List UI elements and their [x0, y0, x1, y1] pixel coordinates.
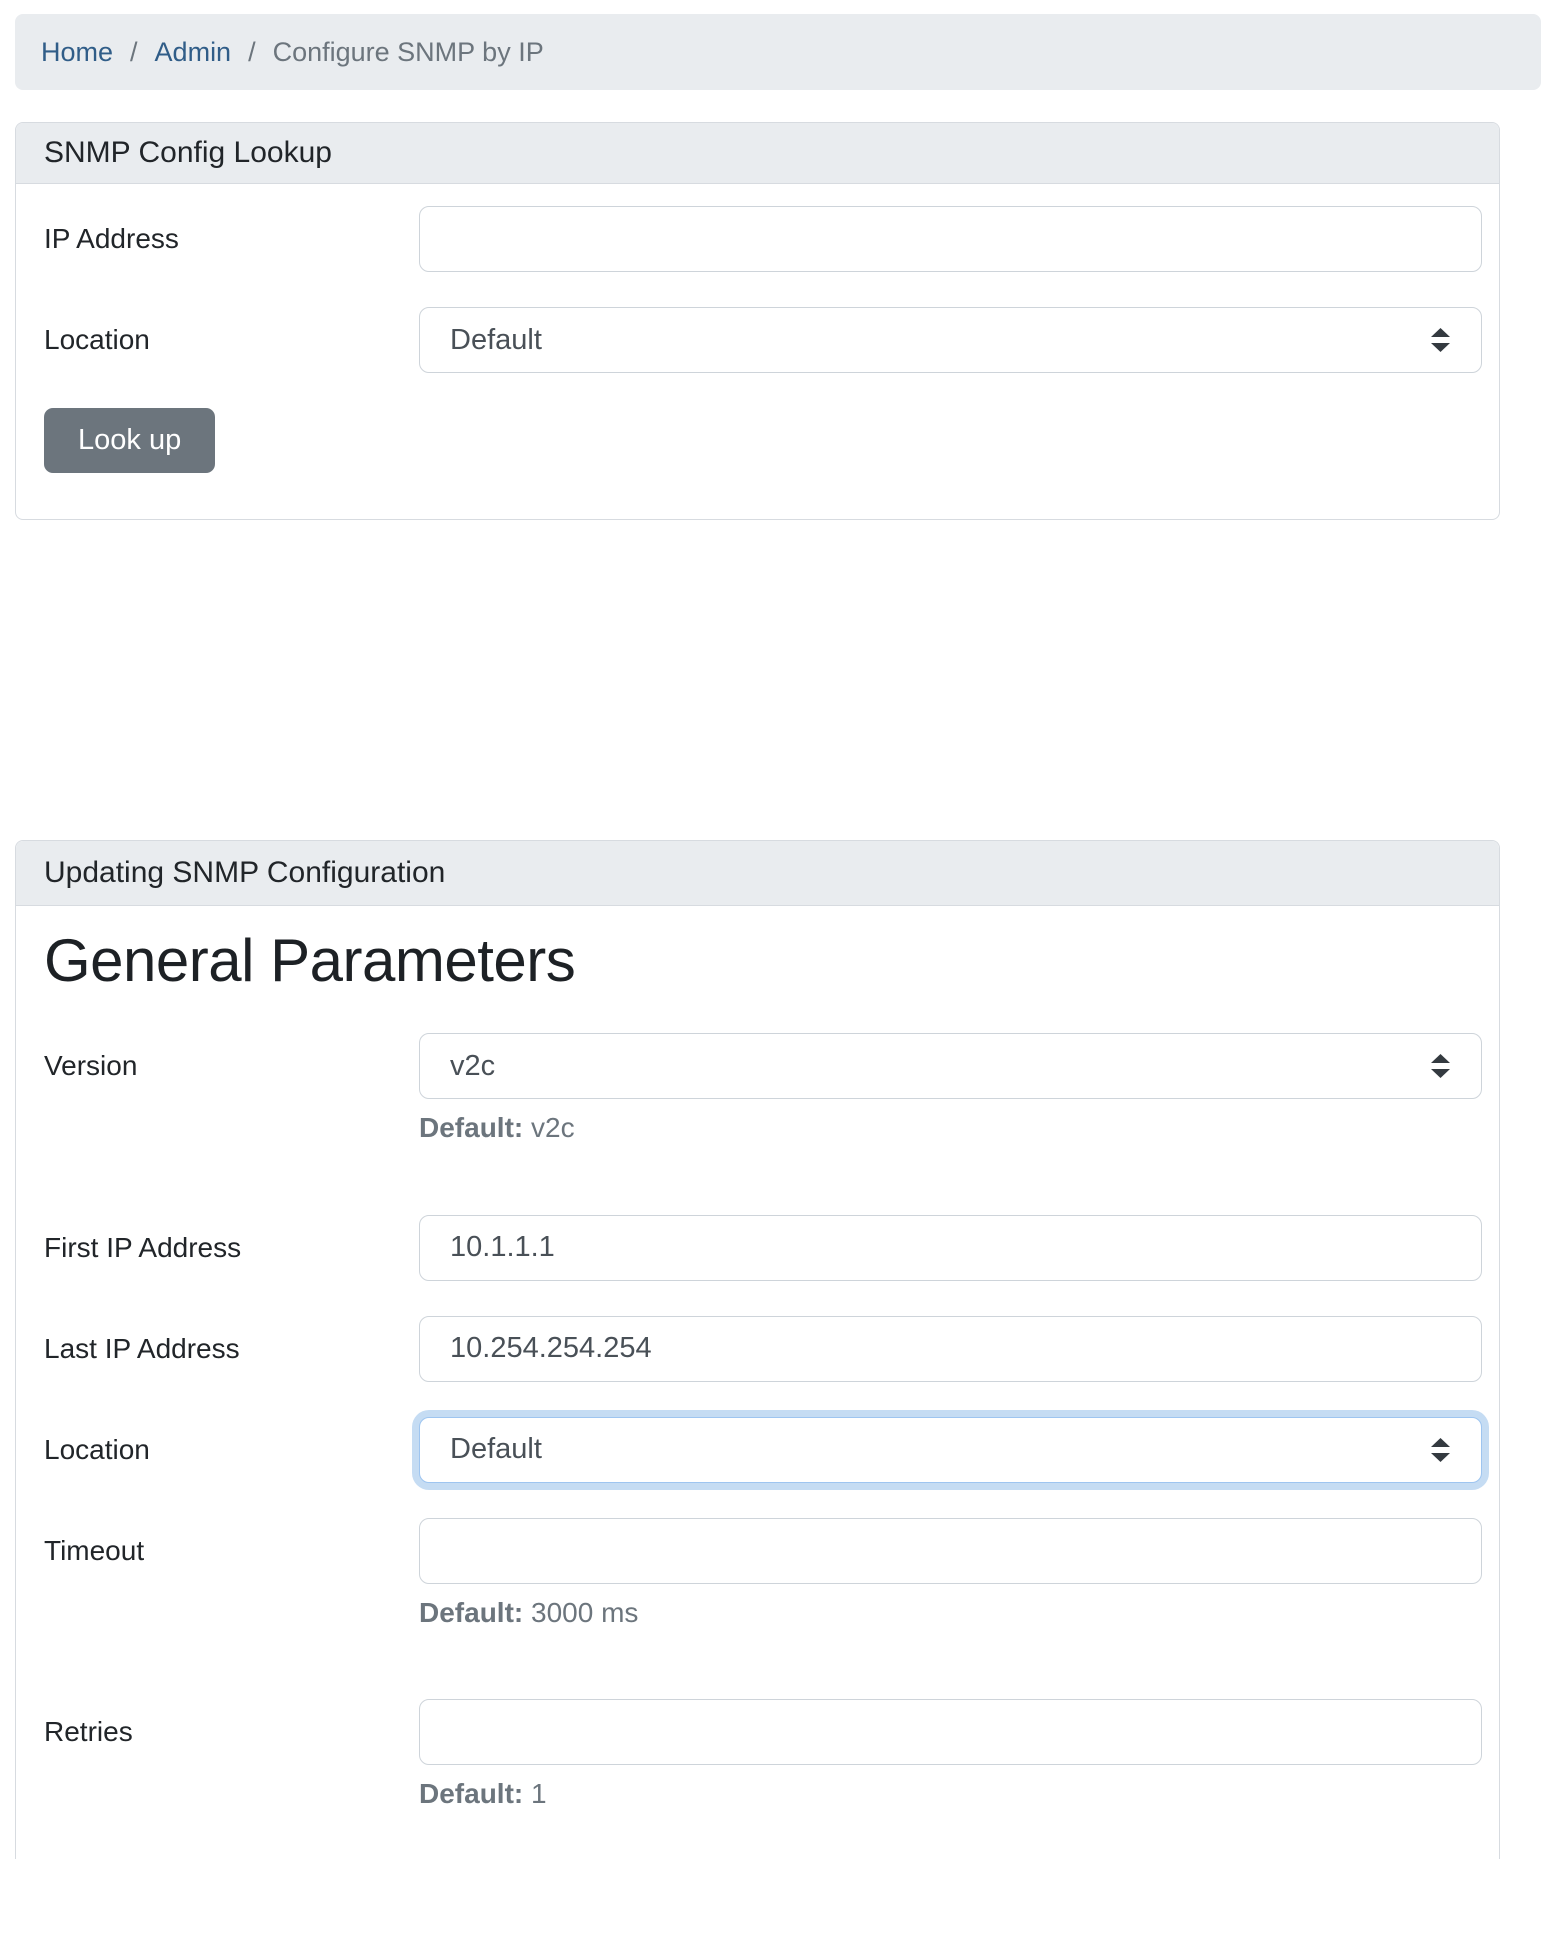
location-row: Location Default — [44, 1417, 1482, 1483]
snmp-config-lookup-title: SNMP Config Lookup — [44, 136, 332, 170]
version-default-hint: Default: v2c — [419, 1111, 1482, 1145]
last-ip-address-control-col — [419, 1316, 1482, 1382]
updating-snmp-configuration-header: Updating SNMP Configuration — [16, 841, 1499, 906]
version-control-col: v2cDefault: v2c — [419, 1033, 1482, 1145]
timeout-row: TimeoutDefault: 3000 ms — [44, 1518, 1482, 1630]
version-select-value: v2c — [450, 1050, 495, 1083]
retries-input[interactable] — [419, 1699, 1482, 1765]
up-down-chevron-icon — [1430, 1053, 1451, 1079]
snmp-config-lookup-body: IP Address Location Default Look up — [16, 184, 1499, 519]
last-ip-address-input[interactable] — [419, 1316, 1482, 1382]
ip-address-label: IP Address — [44, 206, 419, 272]
updating-snmp-configuration-panel: Updating SNMP Configuration General Para… — [15, 840, 1500, 1859]
location-label: Location — [44, 1417, 419, 1483]
location-select-value: Default — [450, 324, 542, 357]
snmp-config-lookup-header: SNMP Config Lookup — [16, 123, 1499, 184]
retries-control-col: Default: 1 — [419, 1699, 1482, 1811]
timeout-default-hint: Default: 3000 ms — [419, 1596, 1482, 1630]
location-select[interactable]: Default — [419, 307, 1482, 373]
lookup-form-rows: IP Address Location Default — [44, 206, 1482, 373]
ip-address-input[interactable] — [419, 206, 1482, 272]
location-control-col: Default — [419, 307, 1482, 373]
up-down-chevron-icon — [1430, 1437, 1451, 1463]
retries-default-hint-label: Default: — [419, 1778, 523, 1809]
ip-address-control-col — [419, 206, 1482, 272]
up-down-chevron-icon — [1430, 327, 1451, 353]
updating-snmp-configuration-body: General Parameters Versionv2cDefault: v2… — [16, 906, 1499, 1859]
general-parameters-heading: General Parameters — [44, 926, 1482, 995]
first-ip-address-row: First IP Address — [44, 1215, 1482, 1281]
breadcrumb: Home / Admin / Configure SNMP by IP — [15, 14, 1541, 90]
location-row: Location Default — [44, 307, 1482, 373]
update-form-rows: Versionv2cDefault: v2cFirst IP AddressLa… — [44, 1033, 1482, 1859]
first-ip-address-input[interactable] — [419, 1215, 1482, 1281]
timeout-label: Timeout — [44, 1518, 419, 1584]
last-ip-address-label: Last IP Address — [44, 1316, 419, 1382]
ip-address-row: IP Address — [44, 206, 1482, 272]
location-control-col: Default — [419, 1417, 1482, 1483]
first-ip-address-control-col — [419, 1215, 1482, 1281]
timeout-default-hint-label: Default: — [419, 1597, 523, 1628]
retries-default-hint-value: 1 — [523, 1778, 546, 1809]
retries-default-hint: Default: 1 — [419, 1777, 1482, 1811]
location-select[interactable]: Default — [419, 1417, 1482, 1483]
version-label: Version — [44, 1033, 419, 1099]
last-ip-address-row: Last IP Address — [44, 1316, 1482, 1382]
location-select-value: Default — [450, 1433, 542, 1466]
version-default-hint-label: Default: — [419, 1112, 523, 1143]
retries-label: Retries — [44, 1699, 419, 1765]
timeout-control-col: Default: 3000 ms — [419, 1518, 1482, 1630]
timeout-input[interactable] — [419, 1518, 1482, 1584]
breadcrumb-list: Home / Admin / Configure SNMP by IP — [41, 37, 544, 68]
breadcrumb-item-configure-snmp-by-ip: Configure SNMP by IP — [273, 37, 544, 68]
breadcrumb-separator: / — [130, 37, 138, 68]
first-ip-address-label: First IP Address — [44, 1215, 419, 1281]
breadcrumb-item-home[interactable]: Home — [41, 37, 113, 68]
version-default-hint-value: v2c — [523, 1112, 574, 1143]
version-select[interactable]: v2c — [419, 1033, 1482, 1099]
look-up-button[interactable]: Look up — [44, 408, 215, 473]
retries-row: RetriesDefault: 1 — [44, 1699, 1482, 1811]
breadcrumb-separator: / — [248, 37, 256, 68]
configure-snmp-page: { "breadcrumb": { "separator": "/", "ite… — [0, 14, 1556, 1934]
snmp-config-lookup-panel: SNMP Config Lookup IP Address Location Def… — [15, 122, 1500, 520]
updating-snmp-configuration-title: Updating SNMP Configuration — [44, 856, 445, 890]
version-row: Versionv2cDefault: v2c — [44, 1033, 1482, 1145]
timeout-default-hint-value: 3000 ms — [523, 1597, 638, 1628]
location-label: Location — [44, 307, 419, 373]
breadcrumb-item-admin[interactable]: Admin — [155, 37, 232, 68]
